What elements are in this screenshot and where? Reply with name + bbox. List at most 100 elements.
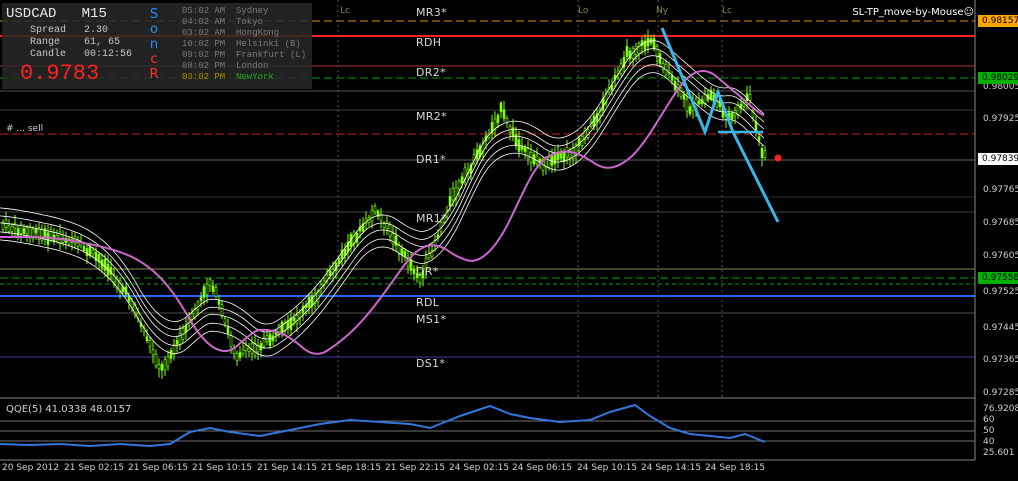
candle-body bbox=[253, 343, 257, 356]
candle-body bbox=[7, 225, 11, 232]
candle-body bbox=[169, 350, 173, 359]
candle-body bbox=[205, 283, 209, 296]
candle-body bbox=[391, 233, 395, 245]
pivot-label: MS1* bbox=[416, 313, 447, 326]
candle-body bbox=[250, 342, 254, 354]
ea-label: SL-TP_move-by-Mouse☺ bbox=[852, 7, 974, 18]
time-axis-label: 20 Sep 2012 bbox=[2, 463, 60, 473]
time-axis-label: 21 Sep 18:15 bbox=[321, 463, 382, 473]
candle-body bbox=[373, 205, 377, 213]
candle-body bbox=[157, 364, 161, 370]
session-marker: Lc bbox=[722, 6, 732, 16]
pivot-label: DR1* bbox=[416, 153, 446, 166]
candle-body bbox=[658, 53, 662, 64]
session-marker: Lc bbox=[340, 6, 350, 16]
order-label[interactable]: # ... sell bbox=[6, 124, 43, 134]
time-axis-label: 24 Sep 14:15 bbox=[641, 463, 702, 473]
price-tag: 0.98157 bbox=[978, 15, 1018, 27]
candle-body bbox=[163, 359, 167, 371]
pivot-label: DR* bbox=[416, 265, 439, 278]
qqe-scale-label: 25.601 bbox=[983, 448, 1015, 458]
price-scale-label: 0.97285 bbox=[983, 388, 1018, 398]
candle-body bbox=[520, 145, 524, 150]
candle-body bbox=[226, 326, 230, 334]
session-row: 03:02 PM NewYork bbox=[182, 72, 274, 82]
candle-body bbox=[202, 286, 206, 298]
order-point-icon[interactable] bbox=[774, 154, 782, 162]
candle-body bbox=[730, 112, 734, 120]
range-row: Range 61, 65 bbox=[30, 37, 121, 48]
candle-body bbox=[679, 87, 683, 97]
candle-body bbox=[34, 228, 38, 234]
price-scale-label: 0.97605 bbox=[983, 251, 1018, 261]
time-axis-label: 24 Sep 10:15 bbox=[577, 463, 638, 473]
candle-body bbox=[625, 46, 629, 57]
candle-body bbox=[385, 221, 389, 229]
spread-row: Spread 2.30 bbox=[30, 25, 109, 36]
candle-body bbox=[382, 223, 386, 229]
candle-body bbox=[757, 136, 761, 142]
candle-body bbox=[460, 176, 464, 184]
candle-body bbox=[145, 336, 149, 342]
time-axis-label: 21 Sep 10:15 bbox=[192, 463, 253, 473]
candle-body bbox=[448, 196, 452, 207]
candle-body bbox=[160, 363, 164, 371]
qqe-indicator bbox=[0, 403, 975, 448]
session-indicator: S o n c R bbox=[149, 7, 159, 82]
candle-body bbox=[646, 37, 650, 47]
time-axis-label: 21 Sep 14:15 bbox=[257, 463, 318, 473]
price-scale-label: 0.97765 bbox=[983, 185, 1018, 195]
candle-body bbox=[82, 246, 86, 251]
pivot-label: RDL bbox=[416, 296, 440, 309]
candle-body bbox=[559, 153, 563, 159]
price-scale-label: 0.97365 bbox=[983, 355, 1018, 365]
candle-body bbox=[685, 98, 689, 112]
candle-body bbox=[73, 235, 77, 245]
session-marker: Lo bbox=[578, 6, 589, 16]
time-axis-label: 24 Sep 18:15 bbox=[705, 463, 766, 473]
price-tag: 0.97839 bbox=[978, 153, 1018, 165]
candle-body bbox=[400, 248, 404, 256]
candle-body bbox=[763, 150, 767, 159]
candle-body bbox=[148, 340, 152, 347]
pivot-label: DS1* bbox=[416, 357, 446, 370]
candle-body bbox=[403, 250, 407, 258]
pivot-label: RDH bbox=[416, 36, 442, 49]
candle-body bbox=[457, 180, 461, 190]
candle-body bbox=[223, 318, 227, 324]
candle-body bbox=[670, 75, 674, 81]
candle-body bbox=[229, 335, 233, 347]
time-axis-label: 24 Sep 06:15 bbox=[512, 463, 573, 473]
candle-body bbox=[370, 209, 374, 222]
pivot-label: DR2* bbox=[416, 66, 446, 79]
price-scale-label: 0.97525 bbox=[983, 287, 1018, 297]
candle-body bbox=[652, 38, 656, 50]
pivot-label: MR1* bbox=[416, 212, 447, 225]
time-axis-label: 21 Sep 02:15 bbox=[64, 463, 125, 473]
session-row: 05:02 AM Sydney bbox=[182, 6, 269, 16]
price-scale-label: 0.97925 bbox=[983, 114, 1018, 124]
price-scale-label: 0.97445 bbox=[983, 323, 1018, 333]
candle-body bbox=[214, 287, 218, 298]
candle-body bbox=[154, 354, 158, 367]
candle-body bbox=[412, 268, 416, 275]
session-row: 04:02 AM Tokyo bbox=[182, 17, 264, 27]
candle-body bbox=[292, 317, 296, 322]
candle-body bbox=[682, 94, 686, 100]
time-axis-label: 21 Sep 06:15 bbox=[128, 463, 189, 473]
candle-body bbox=[88, 246, 92, 256]
time-axis-label: 21 Sep 22:15 bbox=[385, 463, 446, 473]
candle-body bbox=[748, 94, 752, 101]
candle-body bbox=[211, 285, 215, 292]
candle-body bbox=[499, 102, 503, 113]
session-row: 03:02 AM HongKong bbox=[182, 28, 280, 38]
candle-body bbox=[328, 270, 332, 276]
time-axis-label: 24 Sep 02:15 bbox=[449, 463, 510, 473]
price-scale-label: 0.97685 bbox=[983, 218, 1018, 228]
candle-body bbox=[508, 125, 512, 133]
candle-body bbox=[409, 259, 413, 271]
envelope-line bbox=[0, 64, 765, 349]
candle-body bbox=[10, 225, 14, 232]
candle-body bbox=[190, 313, 194, 320]
candle-body bbox=[22, 228, 26, 234]
